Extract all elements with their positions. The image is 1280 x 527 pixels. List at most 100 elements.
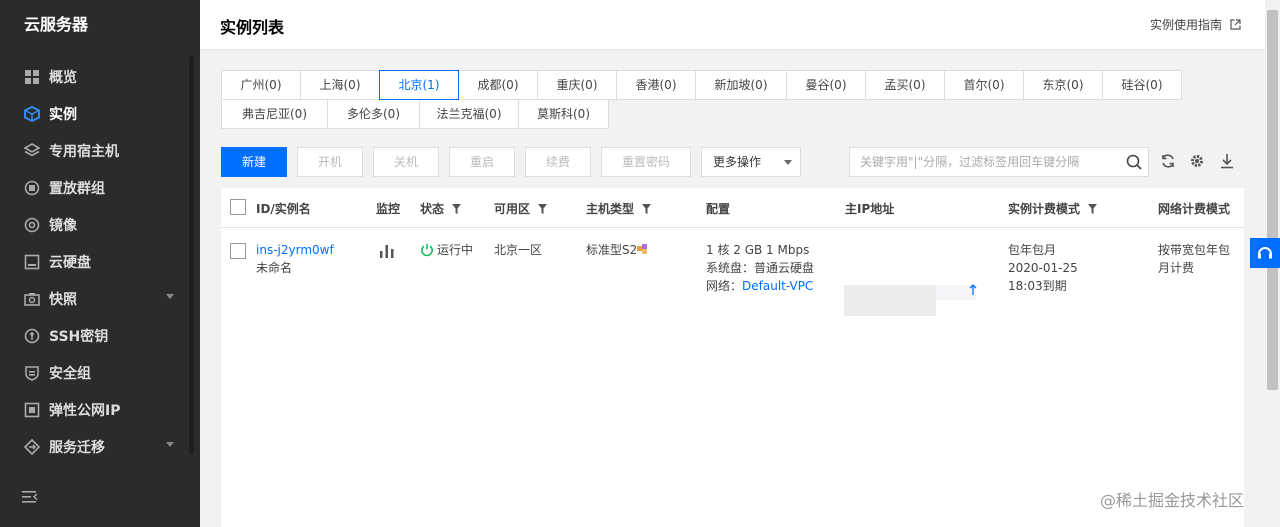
column-header-billing[interactable]: 实例计费模式 xyxy=(1008,200,1098,217)
sidebar-item-label: 安全组 xyxy=(49,365,91,382)
gear-icon[interactable] xyxy=(1189,153,1205,169)
region-row: 弗吉尼亚(0) 多伦多(0) 法兰克福(0) 莫斯科(0) xyxy=(221,99,1221,129)
instance-id-link[interactable]: ins-j2yrm0wf xyxy=(256,241,334,259)
ip-icon xyxy=(24,402,40,418)
sidebar-item-dedicated-host[interactable]: 专用宿主机 xyxy=(0,132,200,169)
vpc-link[interactable]: Default-VPC xyxy=(742,279,813,293)
row-checkbox[interactable] xyxy=(230,243,246,264)
sidebar: 云服务器 概览 实例 专用宿主机 置放群组 镜像 云硬盘 快照 SSH密钥 安全… xyxy=(0,0,200,527)
sidebar-item-label: 快照 xyxy=(49,291,77,308)
region-tab[interactable]: 硅谷(0) xyxy=(1102,70,1182,100)
sidebar-item-ssh-keys[interactable]: SSH密钥 xyxy=(0,317,200,354)
monitor-chart-icon[interactable] xyxy=(379,244,395,263)
region-tab[interactable]: 曼谷(0) xyxy=(786,70,866,100)
table-header: ID/实例名 监控 状态 可用区 主机类型 配置 主IP地址 实例计费模式 网络… xyxy=(221,188,1244,228)
sidebar-item-elastic-ip[interactable]: 弹性公网IP xyxy=(0,391,200,428)
sidebar-item-label: 专用宿主机 xyxy=(49,143,119,160)
region-tab[interactable]: 香港(0) xyxy=(616,70,696,100)
column-header-label: 主机类型 xyxy=(586,202,635,216)
sidebar-item-label: 镜像 xyxy=(49,217,77,234)
filter-icon[interactable] xyxy=(452,203,462,214)
region-tab[interactable]: 东京(0) xyxy=(1023,70,1103,100)
scrollbar-thumb[interactable] xyxy=(1267,10,1278,390)
group-icon xyxy=(24,180,40,196)
sidebar-item-label: SSH密钥 xyxy=(49,328,109,345)
sidebar-item-placement-group[interactable]: 置放群组 xyxy=(0,169,200,206)
external-link-icon xyxy=(1230,19,1241,30)
sidebar-item-cloud-disk[interactable]: 云硬盘 xyxy=(0,243,200,280)
refresh-icon[interactable] xyxy=(1160,153,1176,169)
migrate-icon xyxy=(24,438,40,455)
select-all-checkbox[interactable] xyxy=(230,199,246,215)
more-actions-label: 更多操作 xyxy=(713,155,762,169)
sidebar-item-snapshots[interactable]: 快照 xyxy=(0,280,200,317)
key-icon xyxy=(24,328,40,344)
status-text: 运行中 xyxy=(437,243,474,257)
region-tab[interactable]: 弗吉尼亚(0) xyxy=(221,99,328,129)
cube-icon xyxy=(24,105,40,122)
restart-button[interactable]: 重启 xyxy=(449,147,515,177)
region-tab[interactable]: 新加坡(0) xyxy=(695,70,787,100)
column-header-type[interactable]: 主机类型 xyxy=(586,200,652,217)
config-network: 网络：Default-VPC xyxy=(706,277,813,295)
filter-icon[interactable] xyxy=(642,203,652,214)
type-cell: 标准型S2 xyxy=(586,241,649,259)
region-tab[interactable]: 北京(1) xyxy=(379,70,459,100)
instance-guide-link[interactable]: 实例使用指南 xyxy=(1150,16,1241,33)
column-header-label: 可用区 xyxy=(494,202,531,216)
more-actions-dropdown[interactable]: 更多操作 xyxy=(701,147,801,177)
search-input[interactable] xyxy=(850,148,1120,176)
sidebar-item-images[interactable]: 镜像 xyxy=(0,206,200,243)
sidebar-scrollbar[interactable] xyxy=(189,55,194,455)
power-icon xyxy=(421,243,433,257)
column-header-network-billing: 网络计费模式 xyxy=(1158,202,1231,216)
sidebar-item-instances[interactable]: 实例 xyxy=(0,95,200,132)
table-row: ins-j2yrm0wf 未命名 运行中 北京一区 标准型S2 1 核 2 GB… xyxy=(221,228,1244,318)
region-row: 广州(0) 上海(0) 北京(1) 成都(0) 重庆(0) 香港(0) 新加坡(0) 曼谷(0… xyxy=(221,70,1221,100)
sidebar-item-security-group[interactable]: 安全组 xyxy=(0,354,200,391)
column-header-status[interactable]: 状态 xyxy=(420,200,462,217)
ip-action-icon[interactable] xyxy=(969,283,977,301)
network-billing-line1: 按带宽包年包 xyxy=(1158,243,1231,257)
config-line2: 系统盘：普通云硬盘 xyxy=(706,261,815,275)
disc-icon xyxy=(24,217,40,233)
region-tab[interactable]: 上海(0) xyxy=(300,70,380,100)
filter-icon[interactable] xyxy=(538,203,548,214)
shield-icon xyxy=(24,365,40,381)
grid-icon xyxy=(24,69,40,85)
config-line1: 1 核 2 GB 1 Mbps xyxy=(706,243,810,257)
sidebar-item-overview[interactable]: 概览 xyxy=(0,58,200,95)
start-button[interactable]: 开机 xyxy=(297,147,363,177)
status-cell: 运行中 xyxy=(420,241,473,259)
type-value: 标准型S2 xyxy=(586,243,638,257)
chevron-down-icon xyxy=(166,294,174,299)
region-tab[interactable]: 多伦多(0) xyxy=(327,99,420,129)
download-icon[interactable] xyxy=(1219,153,1235,169)
region-tab[interactable]: 重庆(0) xyxy=(537,70,617,100)
region-tab[interactable]: 孟买(0) xyxy=(865,70,945,100)
sidebar-title: 云服务器 xyxy=(24,15,89,34)
network-label: 网络： xyxy=(706,279,743,293)
search-box xyxy=(849,147,1149,177)
region-tab[interactable]: 法兰克福(0) xyxy=(419,99,519,129)
renew-button[interactable]: 续费 xyxy=(525,147,591,177)
region-tab[interactable]: 首尔(0) xyxy=(944,70,1024,100)
column-header-zone[interactable]: 可用区 xyxy=(494,200,548,217)
column-header-config: 配置 xyxy=(706,202,731,216)
support-button[interactable] xyxy=(1250,238,1280,268)
filter-icon[interactable] xyxy=(1088,203,1098,214)
region-tab[interactable]: 广州(0) xyxy=(221,70,301,100)
stop-button[interactable]: 关机 xyxy=(373,147,439,177)
new-instance-button[interactable]: 新建 xyxy=(221,147,287,177)
search-icon[interactable] xyxy=(1126,154,1142,170)
reset-password-button[interactable]: 重置密码 xyxy=(601,147,691,177)
sidebar-item-migration[interactable]: 服务迁移 xyxy=(0,428,200,465)
column-header-label: 状态 xyxy=(420,202,445,216)
sidebar-nav: 概览 实例 专用宿主机 置放群组 镜像 云硬盘 快照 SSH密钥 安全组 弹性公… xyxy=(0,58,200,465)
tag-icon xyxy=(637,244,648,254)
layers-icon xyxy=(24,142,40,159)
collapse-sidebar-icon[interactable] xyxy=(22,490,38,506)
region-tab[interactable]: 成都(0) xyxy=(458,70,538,100)
region-tab[interactable]: 莫斯科(0) xyxy=(518,99,609,129)
chevron-down-icon xyxy=(166,442,174,447)
